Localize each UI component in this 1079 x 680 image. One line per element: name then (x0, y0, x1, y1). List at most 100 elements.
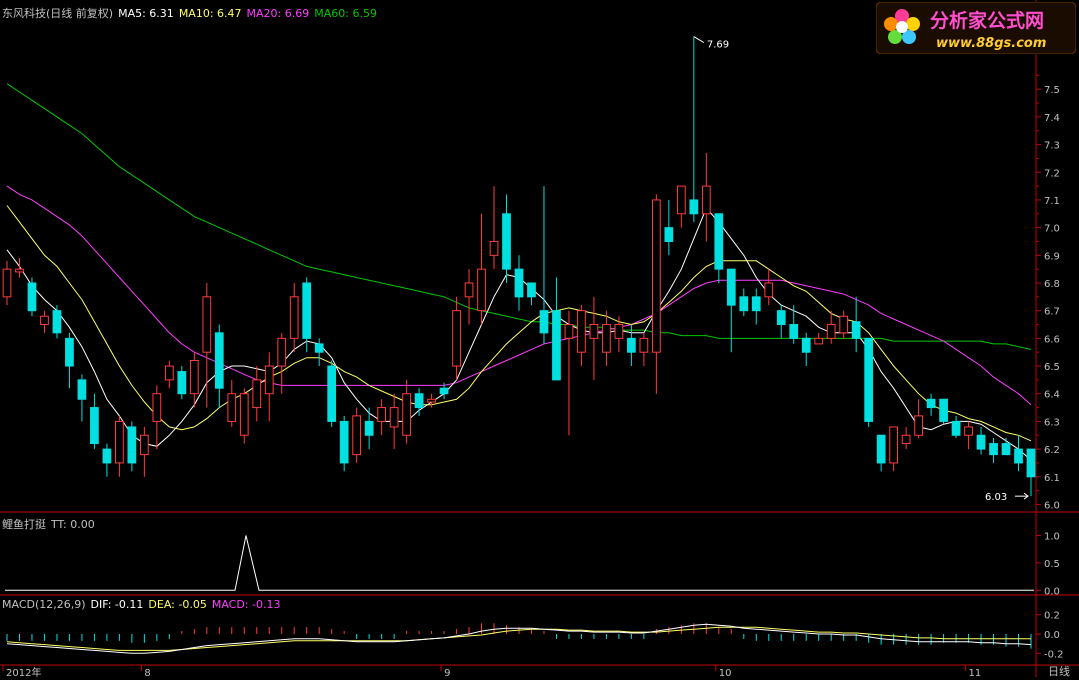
candle-body-up (676, 185, 686, 215)
date-tick-label: 9 (444, 668, 450, 677)
candle-body-up (164, 365, 174, 381)
candle-body-up (639, 337, 649, 353)
candle-body-down (976, 434, 986, 450)
date-tick-label: 2012年 (6, 666, 41, 677)
candle-body-down (214, 332, 224, 389)
candle-body-down (876, 434, 886, 464)
candle-body-down (65, 337, 74, 367)
candle-body-up (2, 268, 12, 298)
candle-body-down (327, 365, 337, 422)
price-tick-label: 6.3 (1044, 417, 1060, 428)
candle-body-up (577, 310, 586, 353)
candle-body-up (452, 310, 461, 367)
logo-url: www.88gs.com (936, 36, 1046, 51)
candle-body-up (427, 398, 436, 403)
site-logo: 分析家公式网 www.88gs.com (875, 1, 1077, 55)
candle-body-down (989, 443, 998, 456)
candle-body-up (377, 407, 387, 422)
candle-body-down (502, 213, 511, 270)
candle-body-down (1001, 443, 1011, 456)
candle-body-down (364, 420, 374, 436)
logo-graphic: 分析家公式网 www.88gs.com (875, 1, 1077, 55)
price-tick-label: 7.1 (1044, 196, 1060, 207)
candle-body-up (264, 365, 274, 395)
candle-body-down (951, 420, 961, 436)
price-tick-label: 6.9 (1044, 251, 1060, 262)
candle-body-down (801, 337, 811, 353)
candle-body-up (139, 434, 149, 456)
ma5-line (6, 207, 1032, 461)
candle-body-up (389, 407, 399, 428)
candle-body-down (726, 268, 736, 306)
price-tick-label: 6.8 (1044, 279, 1060, 290)
candle-body-up (914, 415, 923, 436)
candle-body-down (177, 371, 187, 395)
candle-body-down (27, 282, 37, 312)
ma5-label: MA5: 6.31 (118, 7, 174, 20)
candle-body-up (477, 268, 486, 312)
stock-chart-svg[interactable]: 7.5 7.4 7.3 7.2 7.1 7.0 6.9 6.8 6.7 6.6 6.5 6.4 6.3 6… (0, 0, 1079, 679)
candle-body-down (689, 199, 699, 215)
price-tick-label: 6.2 (1044, 445, 1060, 456)
candle-body-up (252, 379, 262, 409)
candle-body-up (277, 337, 287, 367)
candle-body-up (152, 393, 162, 422)
price-tick-label: 6.4 (1044, 390, 1060, 401)
period-label: 日线 (1048, 664, 1070, 677)
date-tick-label: 8 (144, 668, 150, 677)
price-tick-label: 6.6 (1044, 334, 1060, 345)
indicator-tick-label: 1.0 (1044, 531, 1060, 542)
dif-line (6, 623, 1032, 654)
high-annotation-arrow (693, 36, 705, 44)
candle-body-down (539, 310, 549, 334)
candle-body-up (814, 337, 824, 345)
price-tick-label: 6.5 (1044, 362, 1060, 373)
candle-body-down (851, 321, 861, 339)
main-chart-header: 东风科技(日线 前复权) MA5: 6.31 MA10: 6.47 MA20: 6.6… (2, 5, 382, 21)
candle-body-down (439, 387, 449, 395)
candle-body-down (714, 213, 724, 270)
high-annotation-label: 7.69 (707, 40, 729, 51)
candle-body-up (40, 315, 49, 326)
candle-body-down (552, 310, 561, 381)
candle-body-down (789, 324, 799, 339)
ma60-label: MA60: 6.59 (314, 7, 377, 20)
candle-body-down (302, 282, 312, 339)
candle-body-up (764, 282, 774, 298)
candle-body-up (15, 268, 24, 273)
candle-body-up (839, 315, 849, 334)
macd-dif: DIF: -0.11 (90, 598, 144, 611)
candle-body-down (751, 296, 761, 312)
macd-dea: DEA: -0.05 (148, 598, 207, 611)
candle-body-up (651, 199, 661, 353)
candle-body-up (826, 324, 836, 339)
date-tick-label: 10 (719, 668, 732, 677)
candle-body-down (414, 393, 424, 409)
candle-body-up (402, 393, 411, 436)
price-tick-label: 7.2 (1044, 168, 1060, 179)
candle-body-down (926, 398, 936, 409)
candle-body-down (627, 337, 636, 353)
macd-tick-label: 0.2 (1044, 611, 1060, 622)
price-tick-label: 7.0 (1044, 224, 1060, 235)
candle-body-up (352, 415, 362, 456)
candle-body-down (527, 282, 536, 298)
candle-body-up (227, 393, 237, 422)
macd-value: MACD: -0.13 (211, 598, 281, 611)
candle-body-up (464, 282, 474, 298)
indicator-header: 鲤鱼打挺 TT: 0.00 (2, 516, 100, 532)
candle-body-down (90, 407, 99, 445)
candle-body-up (589, 324, 599, 339)
indicator-tick-label: 0.5 (1044, 559, 1060, 570)
chart-stage: 7.5 7.4 7.3 7.2 7.1 7.0 6.9 6.8 6.7 6.6 6.5 6.4 6.3 6… (0, 0, 1079, 679)
candle-body-down (314, 343, 324, 353)
candle-body-up (614, 324, 624, 339)
stock-title: 东风科技(日线 前复权) (2, 7, 114, 20)
indicator-name: 鲤鱼打挺 (2, 518, 46, 531)
date-tick-label: 11 (969, 668, 982, 677)
candle-body-down (1014, 448, 1023, 464)
ma20-label: MA20: 6.69 (246, 7, 310, 20)
logo-title: 分析家公式网 (930, 9, 1044, 32)
price-tick-label: 7.4 (1044, 113, 1060, 124)
candle-body-up (115, 420, 124, 464)
